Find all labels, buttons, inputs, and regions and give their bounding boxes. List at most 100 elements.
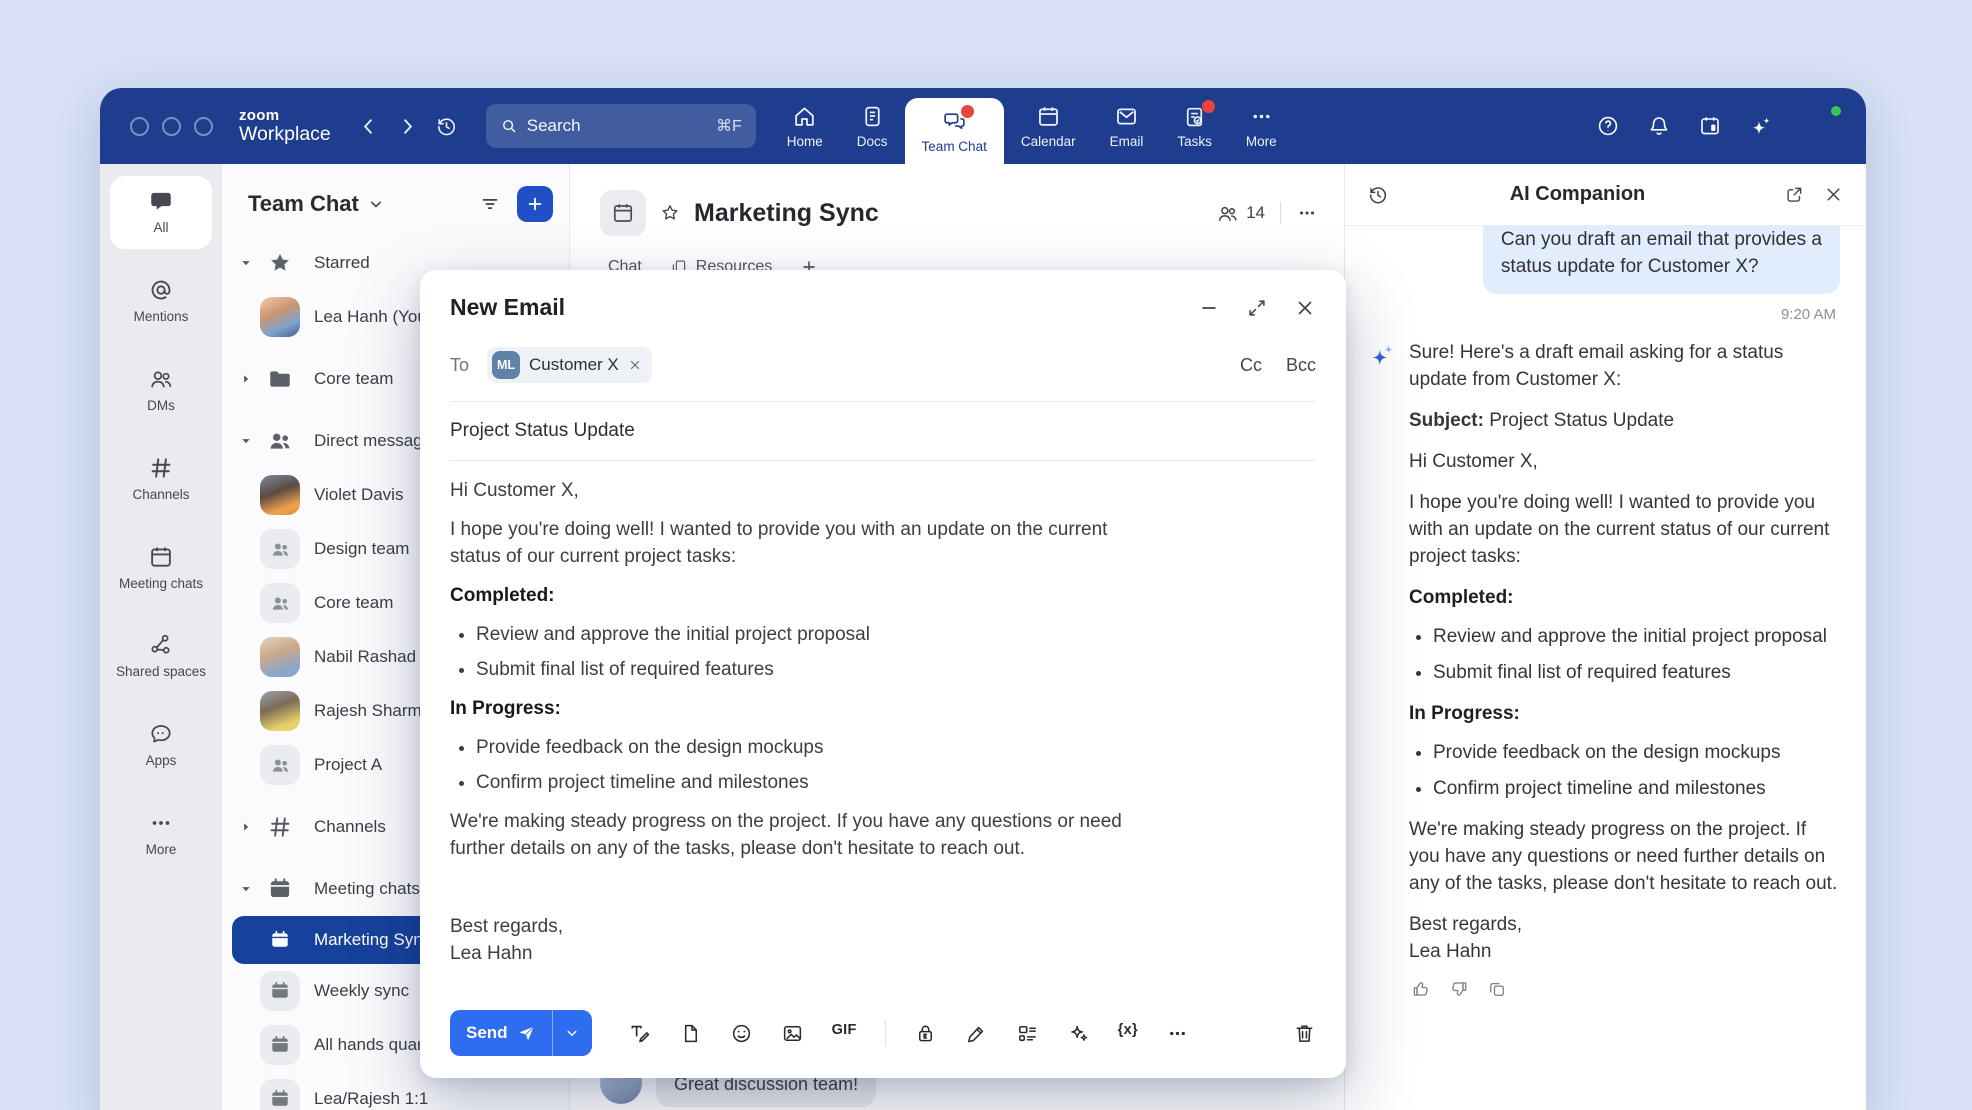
rail-item-all[interactable]: All: [110, 176, 212, 249]
history-icon[interactable]: [1367, 184, 1389, 206]
notifications-icon[interactable]: [1647, 114, 1671, 138]
rail-item-label: Shared spaces: [116, 664, 206, 681]
back-icon[interactable]: [357, 115, 380, 138]
caret-down-icon[interactable]: [238, 881, 254, 897]
bullet-list: Provide feedback on the design mockupsCo…: [1409, 739, 1840, 802]
nav-tab-email[interactable]: Email: [1093, 88, 1161, 164]
email-body-editor[interactable]: Hi Customer X,I hope you're doing well! …: [450, 477, 1316, 967]
close-icon[interactable]: [1823, 184, 1844, 205]
divider: [450, 460, 1316, 461]
nav-tab-docs[interactable]: Docs: [840, 88, 905, 164]
calendar-icon: [611, 201, 635, 225]
send-options-button[interactable]: [552, 1010, 592, 1056]
variables-button[interactable]: {x}: [1118, 1022, 1138, 1045]
attach-file-icon[interactable]: [679, 1022, 702, 1045]
nav-tab-calendar[interactable]: Calendar: [1004, 88, 1093, 164]
paragraph: Sure! Here's a draft email asking for a …: [1409, 339, 1840, 393]
rail-item-channels[interactable]: Channels: [110, 443, 212, 516]
recipient-name: Customer X: [529, 355, 619, 375]
caret-right-icon[interactable]: [238, 819, 254, 835]
paragraph: Hi Customer X,: [1409, 448, 1840, 475]
window-controls[interactable]: [130, 117, 213, 136]
left-rail: All Mentions DMs Channels Meeting chats Share…: [100, 164, 222, 1110]
close-icon[interactable]: [1294, 297, 1316, 319]
encrypt-icon[interactable]: [914, 1022, 937, 1045]
nav-tab-label: More: [1246, 134, 1277, 149]
chat-list-title-button[interactable]: Team Chat: [248, 191, 386, 217]
signature-icon[interactable]: [965, 1022, 988, 1045]
chat-filled-icon: [148, 188, 174, 214]
copy-icon[interactable]: [1487, 979, 1507, 999]
item-icon-slot: [260, 583, 300, 623]
team-avatar: [260, 745, 300, 785]
rail-item-apps[interactable]: Apps: [110, 709, 212, 782]
subject-field[interactable]: Project Status Update: [450, 420, 1316, 442]
presence-dot: [1829, 104, 1843, 118]
traffic-light-zoom[interactable]: [194, 117, 213, 136]
item-icon-slot: [260, 637, 300, 677]
ai-companion-icon[interactable]: [1749, 114, 1773, 138]
member-count-button[interactable]: 14: [1216, 202, 1265, 225]
thumb-down-icon[interactable]: [1449, 979, 1469, 999]
caret-right-icon[interactable]: [238, 371, 254, 387]
search-input[interactable]: [527, 116, 707, 136]
rail-item-more[interactable]: More: [110, 798, 212, 871]
rail-item-dms[interactable]: DMs: [110, 354, 212, 427]
remove-recipient-icon[interactable]: [628, 358, 642, 372]
send-button[interactable]: Send: [450, 1010, 552, 1056]
paragraph: We're making steady progress on the proj…: [450, 808, 1150, 862]
chat-item-label: Weekly sync: [314, 981, 409, 1001]
ai-response-row: Sure! Here's a draft email asking for a …: [1369, 339, 1840, 999]
history-icon[interactable]: [435, 115, 458, 138]
nav-tab-home[interactable]: Home: [770, 88, 840, 164]
rail-item-label: Channels: [132, 487, 189, 504]
cc-button[interactable]: Cc: [1240, 355, 1262, 376]
recipient-avatar: ML: [492, 351, 520, 379]
template-icon[interactable]: [1016, 1022, 1039, 1045]
insert-image-icon[interactable]: [781, 1022, 804, 1045]
discard-draft-icon[interactable]: [1293, 1022, 1316, 1045]
search-box[interactable]: ⌘F: [486, 104, 756, 148]
filter-icon[interactable]: [479, 193, 501, 215]
star-icon[interactable]: [659, 202, 681, 224]
emoji-icon[interactable]: [730, 1022, 753, 1045]
nav-tab-label: Email: [1110, 134, 1144, 149]
open-external-icon[interactable]: [1784, 184, 1805, 205]
hash-icon: [148, 455, 174, 481]
minimize-icon[interactable]: [1198, 297, 1220, 319]
rail-item-label: All: [153, 220, 168, 237]
profile-avatar[interactable]: [1800, 106, 1840, 146]
nav-tab-more[interactable]: More: [1229, 88, 1294, 164]
caret-down-icon[interactable]: [238, 255, 254, 271]
rail-item-meeting-chats[interactable]: Meeting chats: [110, 532, 212, 605]
send-label: Send: [466, 1023, 508, 1043]
more-options-icon[interactable]: [1296, 202, 1318, 224]
meeting-avatar: [260, 971, 300, 1011]
text-format-icon[interactable]: [628, 1022, 651, 1045]
rail-item-shared-spaces[interactable]: Shared spaces: [110, 620, 212, 693]
new-chat-button[interactable]: [517, 186, 553, 222]
bcc-button[interactable]: Bcc: [1286, 355, 1316, 376]
help-icon[interactable]: [1596, 114, 1620, 138]
expand-icon[interactable]: [1246, 297, 1268, 319]
recipient-chip[interactable]: ML Customer X: [487, 347, 652, 383]
traffic-light-minimize[interactable]: [162, 117, 181, 136]
nav-tab-tasks[interactable]: Tasks: [1160, 88, 1229, 164]
ai-sparkle-icon: [1369, 342, 1396, 369]
caret-down-icon[interactable]: [238, 433, 254, 449]
new-meeting-calendar-icon[interactable]: [1698, 114, 1722, 138]
thumb-up-icon[interactable]: [1411, 979, 1431, 999]
gif-button[interactable]: GIF: [832, 1022, 857, 1045]
toolbar-icons: GIF {x}: [628, 1020, 1189, 1046]
topbar-left: zoom Workplace ⌘F: [130, 88, 756, 164]
item-icon-slot: [260, 971, 300, 1011]
nav-tab-team-chat[interactable]: Team Chat: [905, 98, 1004, 164]
more-icon[interactable]: [1166, 1022, 1189, 1045]
ai-compose-icon[interactable]: [1067, 1022, 1090, 1045]
people-icon: [270, 593, 291, 614]
item-icon-slot: [260, 1025, 300, 1065]
rail-item-mentions[interactable]: Mentions: [110, 265, 212, 338]
forward-icon[interactable]: [396, 115, 419, 138]
paragraph: [450, 874, 1150, 901]
traffic-light-close[interactable]: [130, 117, 149, 136]
